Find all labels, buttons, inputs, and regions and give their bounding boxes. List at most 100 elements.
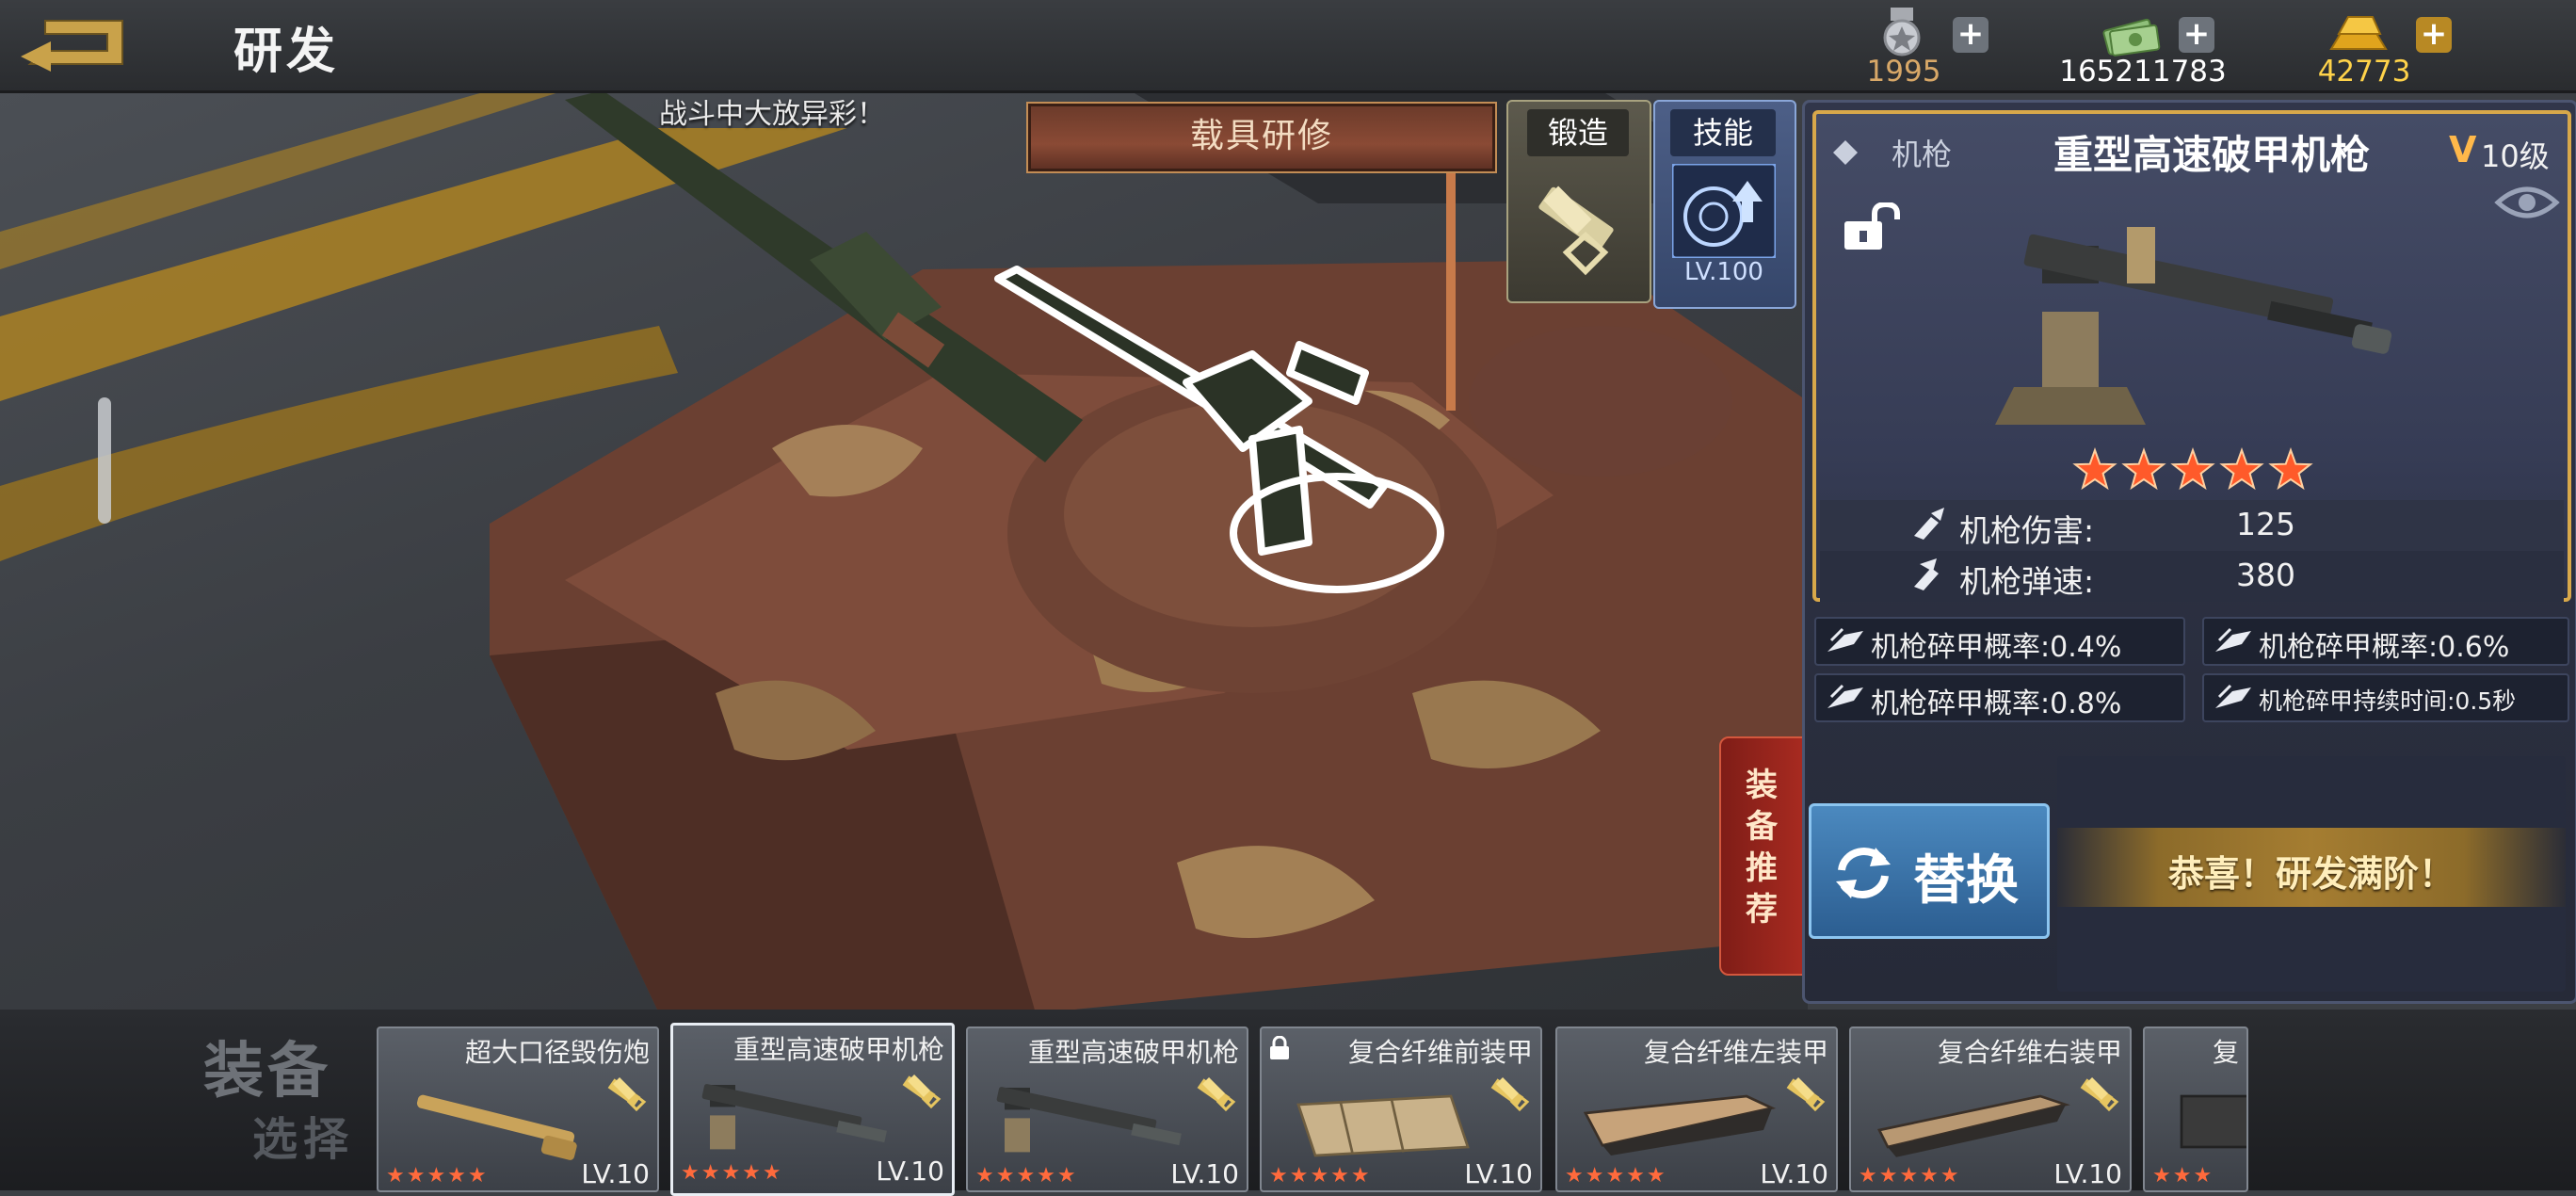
equipment-slot[interactable]: 复合纤维右装甲 ★★★★★ LV.10 (1849, 1026, 2132, 1192)
slot-name: 复 (2212, 1037, 2239, 1068)
stat-row-damage: 机枪伤害: 125 (1820, 500, 2564, 551)
star-icon (2268, 447, 2313, 491)
armor-break-icon (1827, 627, 1863, 652)
diamond-icon (1833, 140, 1858, 165)
forge-badge-icon (1197, 1076, 1236, 1112)
slot-level: LV.10 (876, 1156, 944, 1187)
forge-label: 锻造 (1527, 109, 1629, 156)
slot-stars: ★★★★★ (681, 1161, 783, 1185)
slot-name: 超大口径毁伤炮 (464, 1037, 650, 1068)
armor-break-icon (2215, 684, 2251, 708)
medal-value: 1995 (1866, 55, 1941, 89)
star-icon (2121, 447, 2166, 491)
bonus-stat: 机枪碎甲持续时间:0.5秒 (2202, 673, 2569, 722)
star-icon (2170, 447, 2215, 491)
cash-icon (2102, 18, 2161, 57)
slot-level: LV.10 (581, 1158, 650, 1189)
machine-gun-image (1995, 227, 2392, 425)
bullet-damage-icon (1914, 508, 1944, 540)
add-cash-button[interactable]: + (2179, 17, 2214, 53)
add-gold-button[interactable]: + (2416, 17, 2452, 53)
bonus-text: 机枪碎甲概率:0.6% (2259, 631, 2510, 664)
equipment-bar: 装备 选择 超大口径毁伤炮 ★★★★★ LV.10 重型高速破甲机枪 ★★★★★ LV.1… (0, 1010, 2576, 1196)
swap-icon (1836, 848, 1891, 898)
rotate-handle[interactable] (98, 397, 111, 524)
replace-label: 替换 (1913, 850, 2019, 912)
maxed-text: 恭喜！研发满阶！ (2167, 853, 2455, 895)
cash-resource: 165211783 + (2049, 0, 2294, 90)
stat-value: 125 (2236, 506, 2295, 542)
equipment-recommend-tab[interactable]: 装备推荐 (1719, 736, 1804, 976)
equipment-title: 装备 (203, 1037, 331, 1107)
vip-mark: V (2449, 129, 2477, 170)
medal-resource: 1995 + (1867, 0, 2062, 90)
forge-badge-icon (1786, 1076, 1826, 1112)
bonus-text: 机枪碎甲概率:0.8% (1871, 687, 2122, 720)
star-icon (2219, 447, 2264, 491)
slot-stars: ★★★★★ (1565, 1164, 1667, 1188)
slot-stars: ★★★★★ (975, 1164, 1078, 1188)
slot-item-image (996, 1087, 1182, 1153)
skill-button[interactable]: 技能 LV.100 (1653, 100, 1796, 309)
slot-name: 复合纤维右装甲 (1937, 1037, 2122, 1068)
slot-item-image (1296, 1094, 1470, 1157)
weapon-stars (2072, 447, 2313, 491)
lock-icon (1270, 1036, 1289, 1059)
equipment-slot[interactable]: 复合纤维前装甲 ★★★★★ LV.10 (1260, 1026, 1542, 1192)
equipment-slot[interactable]: 复合纤维左装甲 ★★★★★ LV.10 (1555, 1026, 1838, 1192)
research-maxed-banner: 恭喜！研发满阶！ (2057, 756, 2566, 992)
bonus-stat: 机枪碎甲概率:0.6% (2202, 617, 2569, 666)
slot-level: LV.10 (1464, 1158, 1533, 1189)
slot-item-image (1583, 1094, 1777, 1156)
forge-badge-icon (607, 1076, 647, 1112)
eye-icon[interactable] (2494, 182, 2560, 223)
bonus-text: 机枪碎甲持续时间:0.5秒 (2259, 687, 2517, 715)
slot-name: 复合纤维左装甲 (1643, 1037, 1828, 1068)
slot-name: 重型高速破甲机枪 (733, 1034, 944, 1065)
slot-level: LV.10 (1170, 1158, 1239, 1189)
slot-item-image (2180, 1094, 2246, 1149)
gold-value: 42773 (2317, 55, 2411, 89)
slot-item-image (416, 1094, 577, 1160)
armor-break-icon (1827, 684, 1863, 708)
bonus-stat: 机枪碎甲概率:0.4% (1814, 617, 2185, 666)
vehicle-training-tab[interactable]: 载具研修 (1026, 102, 1497, 173)
skill-label: 技能 (1670, 109, 1776, 156)
weapon-type: 机枪 (1892, 137, 1953, 172)
forge-badge-icon (1490, 1076, 1530, 1112)
weapon-name: 重型高速破甲机枪 (2053, 132, 2370, 178)
bullet-speed-icon (1914, 558, 1939, 590)
stat-label: 机枪伤害: (1959, 512, 2095, 549)
medal-icon (1883, 8, 1921, 57)
bonus-stat: 机枪碎甲概率:0.8% (1814, 673, 2185, 722)
forge-hammer-icon (1538, 186, 1614, 276)
slot-stars: ★★★★★ (1269, 1164, 1372, 1188)
armor-break-icon (2215, 627, 2251, 652)
equipment-slot[interactable]: 复 ★★★ (2143, 1026, 2248, 1192)
equipment-info-panel: 机枪 重型高速破甲机枪 V 10级 机枪伤害: 125 机枪弹速: 380 机枪… (1802, 100, 2576, 1004)
slot-stars: ★★★ (2152, 1164, 2214, 1188)
top-bar: 研发 1995 + 165211783 + 42773 + (0, 0, 2576, 93)
back-button[interactable] (17, 13, 132, 72)
add-medal-button[interactable]: + (1953, 17, 1988, 53)
equipment-slot[interactable]: 超大口径毁伤炮 ★★★★★ LV.10 (377, 1026, 659, 1192)
slot-item-image (1877, 1094, 2070, 1157)
forge-button[interactable]: 锻造 (1506, 100, 1651, 303)
slot-item-image (701, 1084, 887, 1150)
vehicle-training-label: 载具研修 (1189, 117, 1333, 155)
stat-row-speed: 机枪弹速: 380 (1820, 551, 2564, 602)
slot-level: LV.10 (2053, 1158, 2122, 1189)
maxed-strip: 恭喜！研发满阶！ (2057, 828, 2566, 907)
replace-button[interactable]: 替换 (1809, 803, 2050, 939)
equipment-recommend-label: 装备推荐 (1746, 767, 1778, 929)
equipment-slot[interactable]: 重型高速破甲机枪 ★★★★★ LV.10 (966, 1026, 1248, 1192)
gold-resource: 42773 + (2312, 0, 2463, 90)
bonus-text: 机枪碎甲概率:0.4% (1871, 631, 2122, 664)
unlock-icon[interactable] (1841, 202, 1910, 251)
weapon-level: 10级 (2481, 138, 2550, 174)
forge-badge-icon (2080, 1076, 2119, 1112)
slot-name: 重型高速破甲机枪 (1027, 1037, 1239, 1068)
forge-badge-icon (902, 1074, 942, 1109)
equipment-slot[interactable]: 重型高速破甲机枪 ★★★★★ LV.10 (670, 1023, 955, 1196)
gold-bars-icon (2329, 16, 2388, 50)
